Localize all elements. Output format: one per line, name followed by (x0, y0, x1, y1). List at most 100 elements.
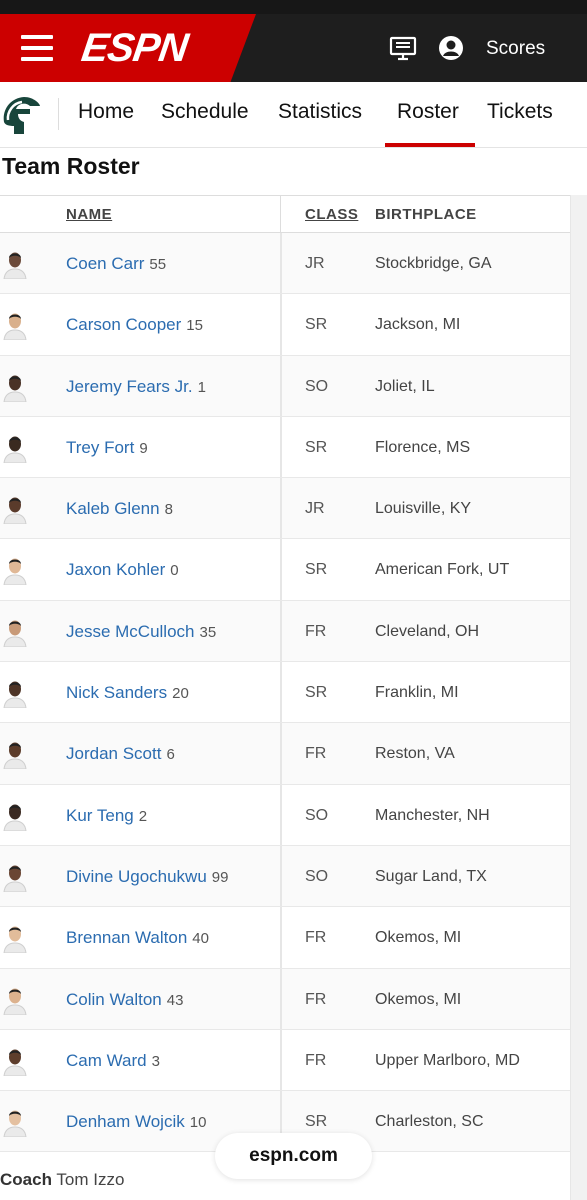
player-headshot-icon (3, 1049, 27, 1076)
player-class: SO (305, 867, 329, 885)
column-divider (280, 784, 282, 845)
player-class: SO (305, 377, 329, 395)
nav-home[interactable]: Home (78, 100, 134, 124)
jersey-number: 6 (166, 746, 175, 764)
player-name[interactable]: Carson Cooper (66, 315, 181, 334)
player-headshot-icon (3, 988, 27, 1015)
jersey-number: 1 (197, 378, 206, 396)
jersey-number: 8 (164, 501, 173, 519)
player-name[interactable]: Jaxon Kohler (66, 560, 165, 579)
column-divider (280, 294, 282, 355)
player-headshot-icon (3, 804, 27, 831)
player-name-link[interactable]: Jesse McCulloch 35 (66, 622, 216, 642)
nav-statistics[interactable]: Statistics (278, 100, 362, 124)
column-divider (280, 478, 282, 539)
player-name-link[interactable]: Jaxon Kohler 0 (66, 560, 179, 580)
column-divider (280, 600, 282, 662)
player-class: FR (305, 622, 327, 640)
player-headshot-icon (3, 742, 27, 770)
jersey-number: 20 (172, 685, 189, 703)
active-tab-indicator (385, 143, 475, 147)
player-class: SR (305, 316, 328, 334)
player-headshot-icon (3, 313, 27, 341)
scores-link[interactable]: Scores (486, 38, 545, 60)
player-birthplace: Sugar Land, TX (375, 867, 487, 885)
player-name-link[interactable]: Kur Teng 2 (66, 806, 147, 826)
nav-schedule[interactable]: Schedule (161, 100, 249, 124)
player-name-link[interactable]: Jeremy Fears Jr. 1 (66, 377, 206, 397)
player-name[interactable]: Denham Wojcik (66, 1112, 185, 1131)
player-name[interactable]: Divine Ugochukwu (66, 867, 207, 886)
nav-roster[interactable]: Roster (397, 100, 459, 124)
column-divider (280, 233, 282, 294)
player-name[interactable]: Kur Teng (66, 806, 134, 825)
player-birthplace: Stockbridge, GA (375, 255, 492, 272)
table-row: Jesse McCulloch 35 FR Cleveland, OH (0, 600, 570, 663)
player-name[interactable]: Kaleb Glenn (66, 499, 160, 518)
coach-info: Coach Tom Izzo (0, 1170, 124, 1190)
player-name[interactable]: Jesse McCulloch (66, 622, 195, 641)
player-class: SR (305, 561, 328, 579)
coach-label: Coach (0, 1170, 52, 1189)
nav-tickets[interactable]: Tickets (487, 100, 553, 124)
status-stripe (0, 0, 587, 14)
table-row: Colin Walton 43 FR Okemos, MI (0, 968, 570, 1030)
spartan-logo-icon[interactable] (0, 92, 44, 138)
player-birthplace: Franklin, MI (375, 684, 459, 702)
player-name[interactable]: Trey Fort (66, 438, 134, 457)
column-divider (280, 355, 282, 416)
table-scrollbar[interactable] (570, 195, 587, 1200)
jersey-number: 35 (199, 623, 217, 641)
player-name-link[interactable]: Denham Wojcik 10 (66, 1112, 206, 1132)
table-row: Nick Sanders 20 SR Franklin, MI (0, 662, 570, 724)
player-name[interactable]: Colin Walton (66, 990, 162, 1009)
player-name[interactable]: Jordan Scott (66, 744, 161, 763)
subnav-divider (58, 98, 59, 130)
player-name-link[interactable]: Brennan Walton 40 (66, 928, 209, 948)
player-name-link[interactable]: Nick Sanders 20 (66, 683, 189, 703)
player-name[interactable]: Brennan Walton (66, 928, 187, 947)
player-name-link[interactable]: Divine Ugochukwu 99 (66, 867, 228, 887)
table-row: Coen Carr 55 JR Stockbridge, GA (0, 233, 570, 295)
player-name-link[interactable]: Trey Fort 9 (66, 438, 148, 458)
player-name-link[interactable]: Carson Cooper 15 (66, 315, 203, 335)
jersey-number: 2 (138, 807, 148, 825)
jersey-number: 0 (170, 562, 179, 580)
scoreboard-icon[interactable] (389, 34, 417, 62)
player-name[interactable]: Cam Ward (66, 1051, 147, 1070)
table-row: Carson Cooper 15 SR Jackson, MI (0, 294, 570, 356)
player-headshot-icon (3, 865, 27, 892)
player-headshot-icon (3, 558, 27, 586)
jersey-number: 15 (186, 317, 203, 335)
jersey-number: 40 (192, 930, 209, 948)
espn-logo[interactable]: ESPN (79, 26, 190, 70)
player-name[interactable]: Jeremy Fears Jr. (66, 377, 193, 396)
player-class: FR (305, 745, 327, 763)
player-headshot-icon (3, 926, 27, 954)
table-row: Jaxon Kohler 0 SR American Fork, UT (0, 539, 570, 601)
player-class: JR (305, 500, 325, 518)
player-headshot-icon (3, 436, 27, 463)
column-header-name[interactable]: NAME (66, 206, 112, 223)
table-row: Jordan Scott 6 FR Reston, VA (0, 723, 570, 785)
table-row: Trey Fort 9 SR Florence, MS (0, 416, 570, 479)
column-divider (280, 845, 282, 907)
url-pill[interactable]: espn.com (215, 1133, 372, 1179)
table-row: Brennan Walton 40 FR Okemos, MI (0, 907, 570, 969)
coach-name: Tom Izzo (56, 1170, 125, 1189)
player-headshot-icon (3, 681, 27, 709)
player-name[interactable]: Nick Sanders (66, 683, 167, 702)
player-name-link[interactable]: Jordan Scott 6 (66, 744, 175, 764)
player-name-link[interactable]: Coen Carr 55 (66, 254, 166, 274)
player-headshot-icon (3, 375, 27, 402)
column-divider (280, 907, 282, 968)
player-birthplace: Okemos, MI (375, 929, 462, 947)
column-header-class[interactable]: CLASS (305, 206, 358, 223)
player-name-link[interactable]: Cam Ward 3 (66, 1051, 160, 1071)
player-name-link[interactable]: Kaleb Glenn 8 (66, 499, 173, 519)
account-icon[interactable] (437, 34, 465, 62)
column-divider (280, 539, 282, 600)
player-class: SR (305, 1113, 328, 1131)
player-name-link[interactable]: Colin Walton 43 (66, 990, 183, 1010)
player-name[interactable]: Coen Carr (66, 254, 144, 273)
